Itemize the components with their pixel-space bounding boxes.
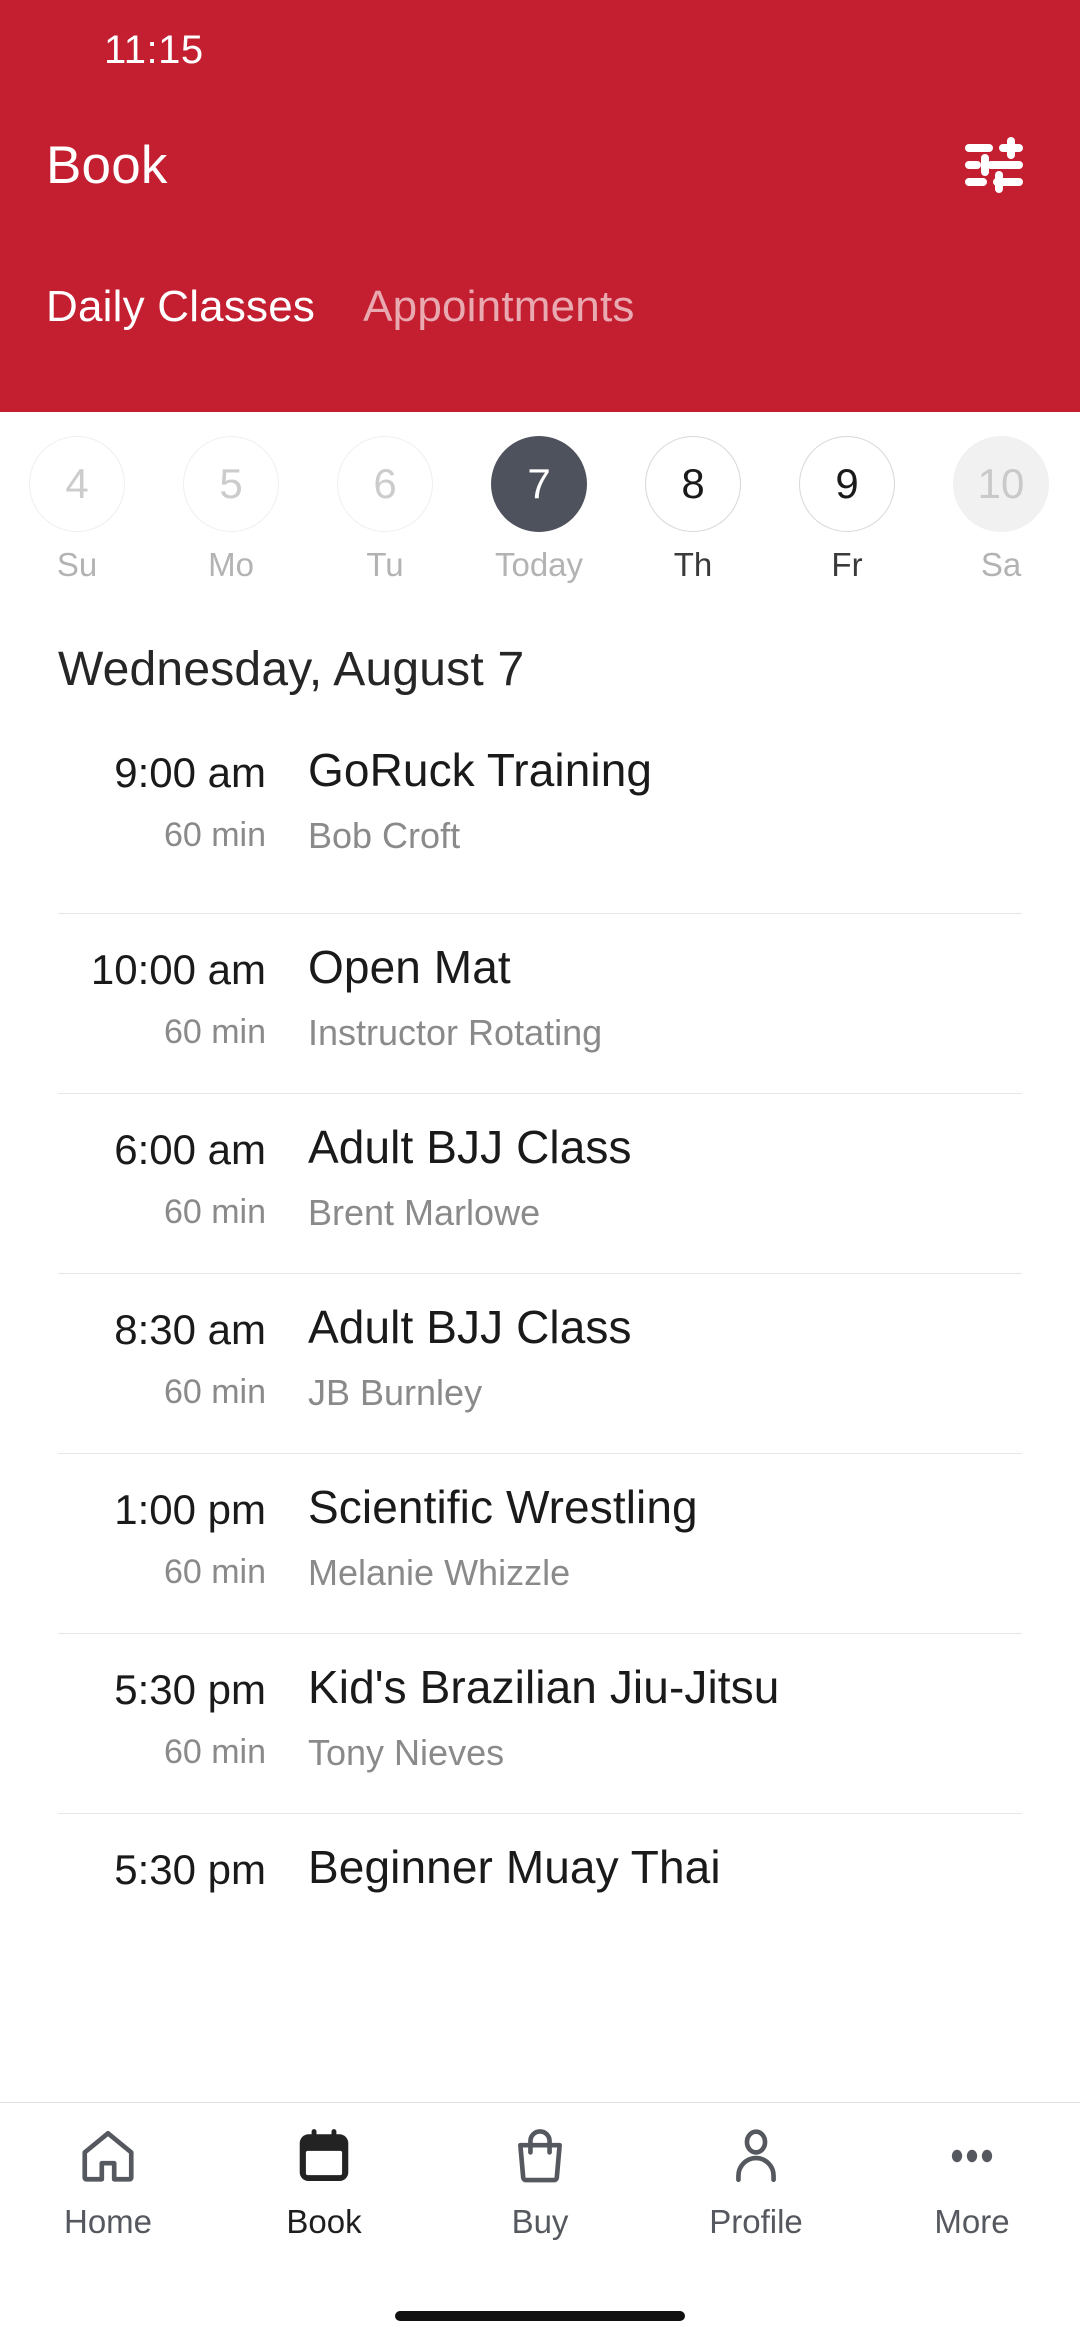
nav-item-book[interactable]: Book — [216, 2123, 432, 2241]
class-list-item[interactable]: 5:30 pm 60 min Kid's Brazilian Jiu-Jitsu… — [58, 1633, 1022, 1813]
date-weekday-label: Fr — [831, 546, 863, 583]
nav-item-more[interactable]: More — [864, 2123, 1080, 2241]
nav-item-profile[interactable]: Profile — [648, 2123, 864, 2241]
class-name: Scientific Wrestling — [308, 1481, 698, 1533]
nav-label: Profile — [709, 2203, 803, 2240]
date-number: 7 — [491, 436, 587, 532]
class-name: Adult BJJ Class — [308, 1121, 632, 1173]
date-weekday-label: Th — [673, 546, 713, 583]
class-start-time: 10:00 am — [90, 946, 266, 993]
class-time-block: 10:00 am 60 min — [58, 940, 308, 1052]
class-name: Adult BJJ Class — [308, 1301, 632, 1353]
class-name: Open Mat — [308, 941, 511, 993]
class-name: GoRuck Training — [308, 744, 653, 796]
date-weekday-label: Tu — [366, 546, 404, 583]
class-instructor: JB Burnley — [308, 1372, 483, 1414]
class-duration: 60 min — [163, 1733, 266, 1772]
date-weekday-label: Today — [494, 546, 584, 583]
class-start-time: 5:30 pm — [114, 1846, 266, 1893]
class-list-item[interactable]: 6:00 am 60 min Adult BJJ Class Brent Mar… — [58, 1093, 1022, 1273]
date-number: 8 — [645, 436, 741, 532]
class-instructor: Brent Marlowe — [308, 1192, 541, 1234]
nav-label: More — [934, 2203, 1010, 2240]
class-instructor: Instructor Rotating — [308, 1012, 603, 1054]
date-cell-10[interactable]: 10 Sa — [924, 436, 1078, 584]
class-time-block: 8:30 am 60 min — [58, 1300, 308, 1412]
home-icon — [77, 2123, 139, 2189]
class-instructor: Tony Nieves — [308, 1732, 505, 1774]
date-cell-5[interactable]: 5 Mo — [154, 436, 308, 584]
class-list-item[interactable]: 9:00 am 60 min GoRuck Training Bob Croft — [58, 733, 1022, 913]
class-name: Kid's Brazilian Jiu-Jitsu — [308, 1661, 780, 1713]
class-detail-block: Scientific Wrestling Melanie Whizzle — [308, 1480, 1022, 1594]
class-start-time: 1:00 pm — [114, 1486, 266, 1533]
app-screen: 11:15 Book Daily Classes Appointments 4 … — [0, 0, 1080, 2340]
ellipsis-icon — [941, 2123, 1003, 2189]
home-indicator-bar[interactable] — [395, 2311, 685, 2321]
class-detail-block: Kid's Brazilian Jiu-Jitsu Tony Nieves — [308, 1660, 1022, 1774]
class-list-item[interactable]: 1:00 pm 60 min Scientific Wrestling Mela… — [58, 1453, 1022, 1633]
date-number: 9 — [799, 436, 895, 532]
selected-date-heading: Wednesday, August 7 — [58, 643, 525, 696]
nav-item-buy[interactable]: Buy — [432, 2123, 648, 2241]
home-indicator-area — [0, 2292, 1080, 2340]
class-duration: 60 min — [163, 1193, 266, 1232]
class-detail-block: GoRuck Training Bob Croft — [308, 743, 1022, 857]
class-list[interactable]: 9:00 am 60 min GoRuck Training Bob Croft… — [0, 733, 1080, 2102]
app-bar: Book — [0, 100, 1080, 230]
nav-label: Home — [63, 2203, 153, 2240]
class-duration: 60 min — [163, 1013, 266, 1052]
date-number: 5 — [183, 436, 279, 532]
class-list-item[interactable]: 5:30 pm Beginner Muay Thai — [58, 1813, 1022, 1993]
class-list-item[interactable]: 10:00 am 60 min Open Mat Instructor Rota… — [58, 913, 1022, 1093]
date-cell-6[interactable]: 6 Tu — [308, 436, 462, 584]
calendar-icon — [293, 2123, 355, 2189]
class-time-block: 1:00 pm 60 min — [58, 1480, 308, 1592]
date-cell-8[interactable]: 8 Th — [616, 436, 770, 584]
class-time-block: 5:30 pm 60 min — [58, 1660, 308, 1772]
tab-daily-classes[interactable]: Daily Classes — [22, 282, 339, 332]
class-start-time: 6:00 am — [114, 1126, 266, 1173]
date-cell-9[interactable]: 9 Fr — [770, 436, 924, 584]
class-instructor: Bob Croft — [308, 815, 461, 857]
person-icon — [725, 2123, 787, 2189]
class-list-item[interactable]: 8:30 am 60 min Adult BJJ Class JB Burnle… — [58, 1273, 1022, 1453]
nav-label: Book — [286, 2203, 362, 2240]
date-number: 4 — [29, 436, 125, 532]
class-detail-block: Adult BJJ Class JB Burnley — [308, 1300, 1022, 1414]
tab-appointments[interactable]: Appointments — [339, 282, 658, 332]
app-header: 11:15 Book Daily Classes Appointments — [0, 0, 1080, 412]
bag-icon — [509, 2123, 571, 2189]
date-strip[interactable]: 4 Su 5 Mo 6 Tu 7 Today 8 Th 9 Fr 10 Sa — [0, 412, 1080, 594]
page-title: Book — [46, 135, 168, 195]
class-duration: 60 min — [163, 816, 266, 855]
date-number: 6 — [337, 436, 433, 532]
bottom-navigation: Home Book Buy Profile More — [0, 2102, 1080, 2292]
class-start-time: 9:00 am — [114, 749, 266, 796]
class-start-time: 5:30 pm — [114, 1666, 266, 1713]
date-cell-7-today[interactable]: 7 Today — [462, 436, 616, 584]
date-number: 10 — [953, 436, 1049, 532]
class-detail-block: Open Mat Instructor Rotating — [308, 940, 1022, 1054]
date-weekday-label: Mo — [208, 546, 254, 583]
class-detail-block: Beginner Muay Thai — [308, 1840, 1022, 1911]
status-bar-clock: 11:15 — [104, 27, 204, 72]
tune-icon[interactable] — [952, 123, 1036, 207]
date-cell-4[interactable]: 4 Su — [0, 436, 154, 584]
class-name: Beginner Muay Thai — [308, 1841, 721, 1893]
status-bar: 11:15 — [0, 0, 1080, 100]
header-tabs: Daily Classes Appointments — [0, 230, 1080, 332]
class-duration: 60 min — [163, 1553, 266, 1592]
class-time-block: 9:00 am 60 min — [58, 743, 308, 855]
class-duration: 60 min — [163, 1373, 266, 1412]
class-instructor: Melanie Whizzle — [308, 1552, 571, 1594]
class-start-time: 8:30 am — [114, 1306, 266, 1353]
class-time-block: 6:00 am 60 min — [58, 1120, 308, 1232]
class-detail-block: Adult BJJ Class Brent Marlowe — [308, 1120, 1022, 1234]
date-weekday-label: Su — [56, 546, 98, 583]
nav-item-home[interactable]: Home — [0, 2123, 216, 2241]
class-time-block: 5:30 pm — [58, 1840, 308, 1914]
nav-label: Buy — [511, 2203, 569, 2240]
date-weekday-label: Sa — [980, 546, 1022, 583]
